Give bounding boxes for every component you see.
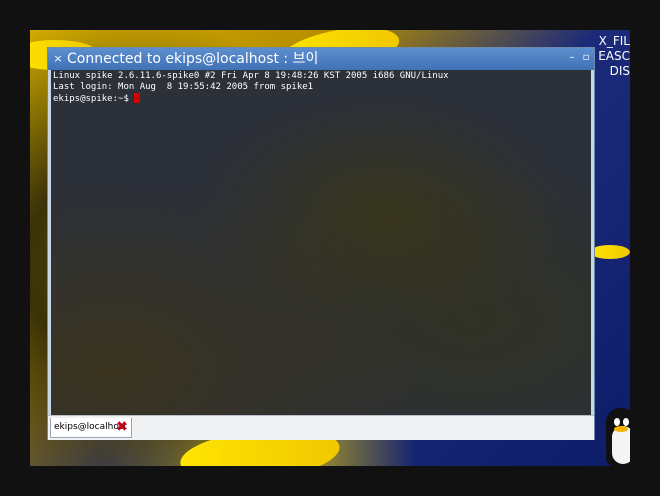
window-close-icon[interactable]: × — [53, 51, 63, 67]
maximize-icon[interactable]: ▫ — [580, 51, 592, 65]
tux-icon[interactable] — [604, 404, 630, 466]
tab-bar: ekips@localhost ✖ — [48, 415, 594, 440]
terminal-area[interactable]: Linux spike 2.6.11.6-spike0 #2 Fri Apr 8… — [51, 70, 591, 415]
terminal-line-last-login: Last login: Mon Aug 8 19:55:42 2005 from… — [53, 82, 314, 92]
window-title: Connected to ekips@localhost : 브이 — [67, 51, 319, 67]
tab-ekips-localhost[interactable]: ekips@localhost ✖ — [50, 418, 132, 438]
title-bar[interactable]: × Connected to ekips@localhost : 브이 – ▫ — [48, 48, 594, 70]
terminal-prompt-line: ekips@spike:~$ — [53, 93, 141, 105]
terminal-prompt: ekips@spike:~$ — [53, 94, 135, 104]
terminal-window: × Connected to ekips@localhost : 브이 – ▫ … — [47, 47, 595, 440]
terminal-cursor — [134, 93, 141, 103]
terminal-line-system-info: Linux spike 2.6.11.6-spike0 #2 Fri Apr 8… — [53, 71, 449, 81]
minimize-icon[interactable]: – — [566, 51, 578, 65]
close-icon[interactable]: ✖ — [116, 420, 128, 435]
